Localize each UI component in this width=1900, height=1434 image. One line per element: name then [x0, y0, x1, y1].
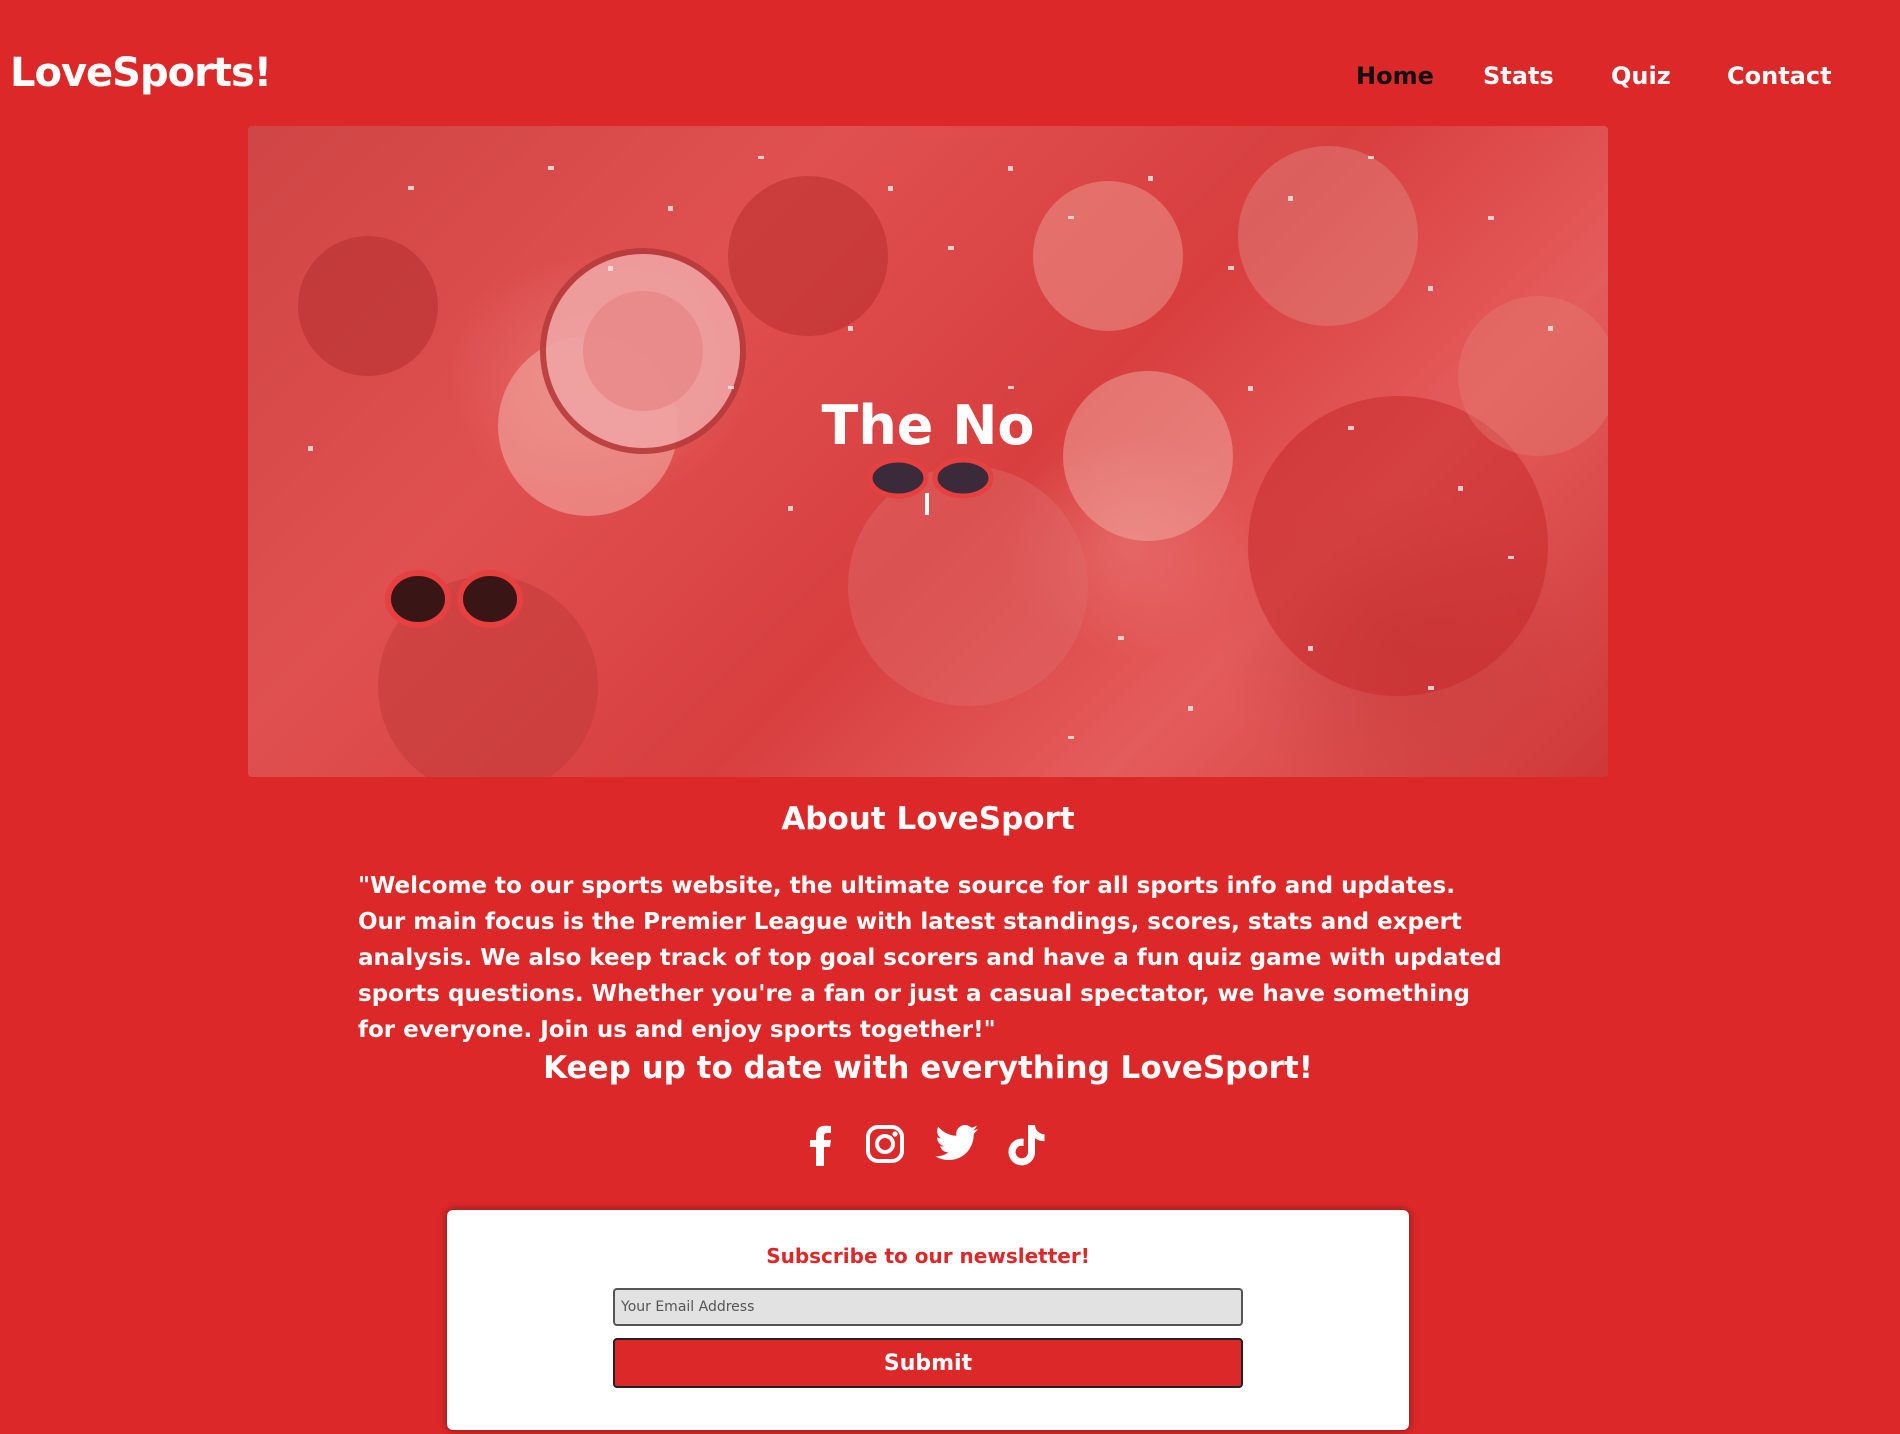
nav-contact[interactable]: Contact [1727, 62, 1832, 90]
instagram-icon[interactable] [865, 1124, 905, 1164]
twitter-icon[interactable] [935, 1124, 979, 1162]
nav-home[interactable]: Home [1356, 62, 1434, 90]
newsletter-card: Subscribe to our newsletter! Submit [447, 1210, 1409, 1430]
nav-stats[interactable]: Stats [1483, 62, 1554, 90]
typing-cursor [925, 493, 929, 515]
about-text: "Welcome to our sports website, the ulti… [358, 873, 1502, 1043]
newsletter-title: Subscribe to our newsletter! [766, 1244, 1090, 1268]
nav-quiz[interactable]: Quiz [1611, 62, 1671, 90]
facebook-icon[interactable] [808, 1124, 832, 1166]
hero-banner: The No [248, 126, 1608, 777]
social-heading: Keep up to date with everything LoveSpor… [543, 1050, 1313, 1086]
email-input[interactable] [613, 1288, 1243, 1326]
hero-title: The No [821, 394, 1035, 457]
page: LoveSports! Home Stats Quiz Contact The … [0, 0, 1900, 1434]
tiktok-icon[interactable] [1008, 1124, 1046, 1166]
submit-button[interactable]: Submit [613, 1338, 1243, 1388]
main-nav: Home Stats Quiz Contact [0, 62, 1900, 102]
about-title: About LoveSport [781, 801, 1075, 837]
